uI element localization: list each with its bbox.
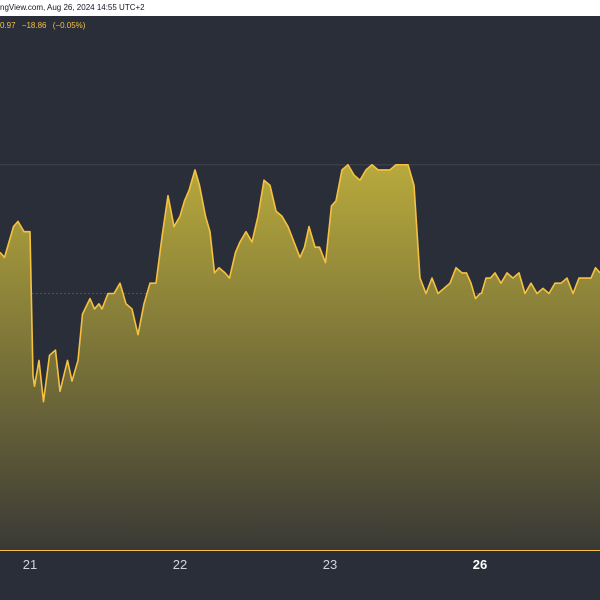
x-axis-tick-label: 22: [172, 557, 188, 572]
price-change-percent: (−0.05%): [52, 21, 86, 30]
price-partial-value: 0.97: [0, 21, 16, 30]
chart-source-caption: ngView.com, Aug 26, 2024 14:55 UTC+2: [0, 3, 145, 12]
x-axis: 21 22 23 26: [0, 551, 600, 579]
x-axis-tick-label: 21: [22, 557, 38, 572]
price-quote-line: 0.97 −18.86 (−0.05%): [0, 21, 89, 30]
x-axis-tick-label: 26: [472, 557, 488, 572]
chart-footer-band: [0, 579, 600, 600]
plot-area[interactable]: 0.97 −18.86 (−0.05%): [0, 16, 600, 551]
x-axis-tick-label: 23: [322, 557, 338, 572]
price-area-chart[interactable]: [0, 16, 600, 551]
price-change-value: −18.86: [21, 21, 47, 30]
chart-header-bar: ngView.com, Aug 26, 2024 14:55 UTC+2: [0, 0, 600, 16]
series-area-fill: [0, 164, 600, 551]
chart-page: ngView.com, Aug 26, 2024 14:55 UTC+2 0.9…: [0, 0, 600, 600]
